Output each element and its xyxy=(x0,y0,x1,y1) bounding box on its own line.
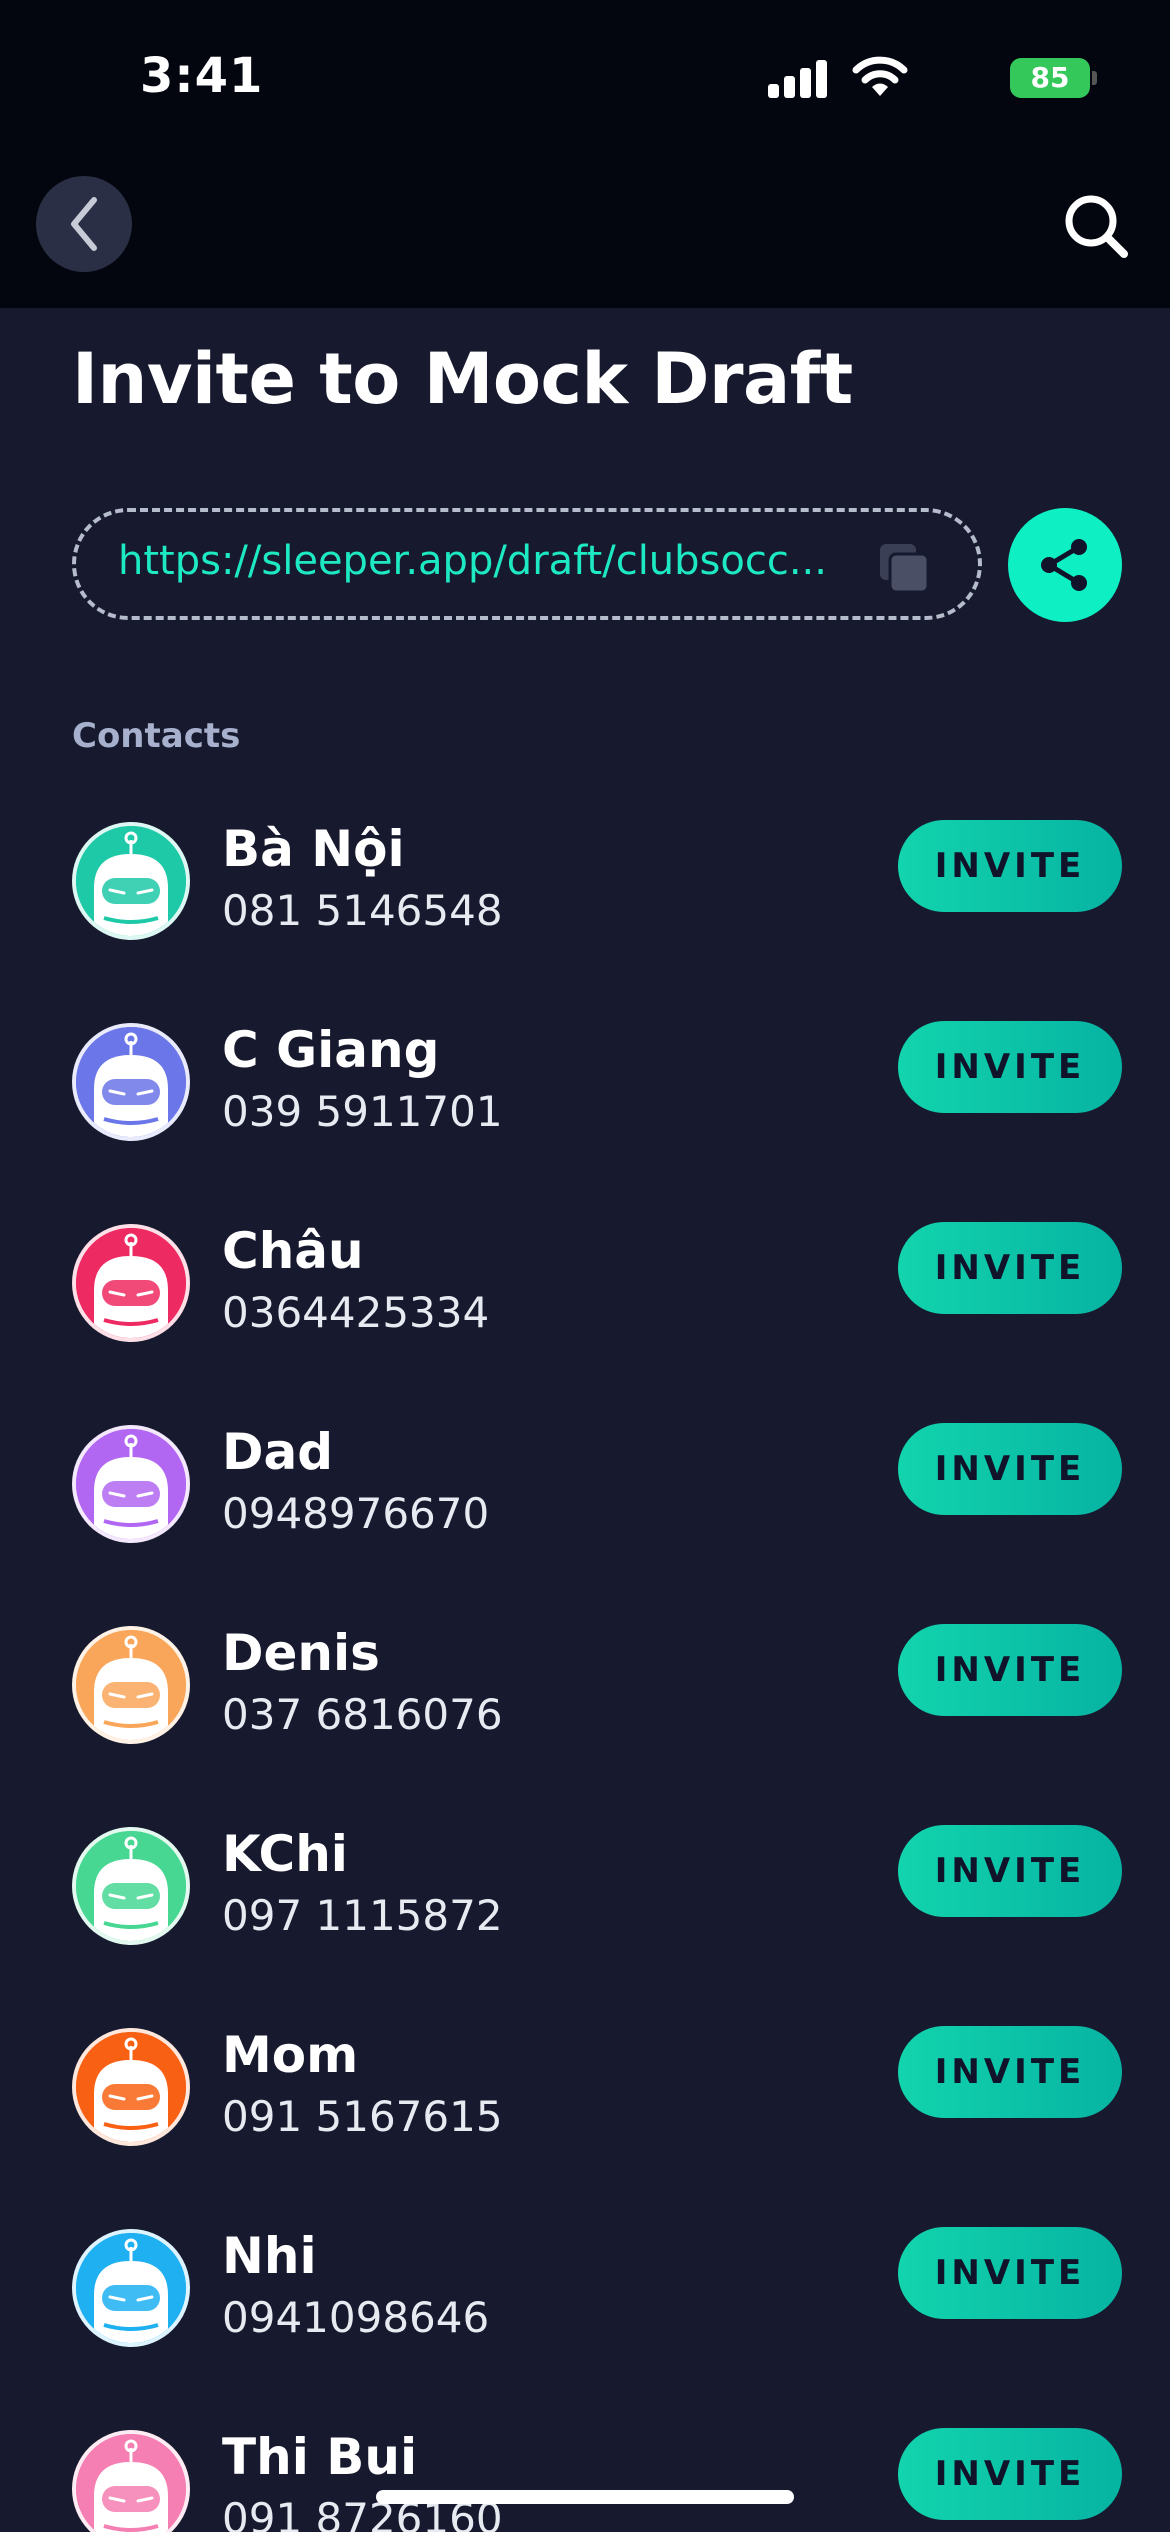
avatar xyxy=(72,1827,190,1945)
invite-link-field[interactable]: https://sleeper.app/draft/clubsocc... xyxy=(72,508,982,620)
contact-row: KChi 097 1115872 INVITE xyxy=(0,1805,1170,2006)
contact-name: Dad xyxy=(222,1423,334,1481)
top-bar: 3:41 85 xyxy=(0,0,1170,308)
contact-row: Nhi 0941098646 INVITE xyxy=(0,2207,1170,2408)
invite-link-text[interactable]: https://sleeper.app/draft/clubsocc... xyxy=(118,538,838,584)
contact-phone: 0948976670 xyxy=(222,1489,490,1538)
invite-button[interactable]: INVITE xyxy=(898,2026,1122,2118)
avatar xyxy=(72,1626,190,1744)
contact-row: Denis 037 6816076 INVITE xyxy=(0,1604,1170,1805)
contact-row: Bà Nội 081 5146548 INVITE xyxy=(0,800,1170,1001)
contact-name: Mom xyxy=(222,2026,359,2084)
battery-level: 85 xyxy=(1030,61,1070,94)
contact-name: KChi xyxy=(222,1825,348,1883)
contact-name: Bà Nội xyxy=(222,820,405,878)
contact-phone: 0941098646 xyxy=(222,2293,490,2342)
search-icon xyxy=(1065,195,1128,258)
invite-button[interactable]: INVITE xyxy=(898,1021,1122,1113)
robot-avatar-icon xyxy=(76,1630,186,1740)
avatar xyxy=(72,1224,190,1342)
robot-avatar-icon xyxy=(76,2233,186,2343)
contact-phone: 091 5167615 xyxy=(222,2092,503,2141)
invite-button[interactable]: INVITE xyxy=(898,1825,1122,1917)
chevron-left-icon xyxy=(71,197,97,251)
home-indicator xyxy=(376,2490,794,2504)
share-button[interactable] xyxy=(1008,508,1122,622)
search-button[interactable] xyxy=(1060,190,1132,262)
contact-name: Châu xyxy=(222,1222,364,1280)
avatar xyxy=(72,1023,190,1141)
contacts-section-label: Contacts xyxy=(72,716,241,756)
invite-button[interactable]: INVITE xyxy=(898,820,1122,912)
contact-phone: 0364425334 xyxy=(222,1288,490,1337)
wifi-icon xyxy=(852,56,908,98)
invite-button[interactable]: INVITE xyxy=(898,1222,1122,1314)
back-button[interactable] xyxy=(36,176,132,272)
robot-avatar-icon xyxy=(76,1228,186,1338)
robot-avatar-icon xyxy=(76,1831,186,1941)
contact-row: Mom 091 5167615 INVITE xyxy=(0,2006,1170,2207)
contact-name: Nhi xyxy=(222,2227,317,2285)
avatar xyxy=(72,822,190,940)
share-icon xyxy=(1041,539,1087,591)
contact-phone: 081 5146548 xyxy=(222,886,503,935)
contact-phone: 097 1115872 xyxy=(222,1891,503,1940)
avatar xyxy=(72,2229,190,2347)
copy-icon[interactable] xyxy=(876,540,932,596)
cellular-signal-icon xyxy=(768,58,828,98)
avatar xyxy=(72,2430,190,2532)
robot-avatar-icon xyxy=(76,1429,186,1539)
contact-row: Châu 0364425334 INVITE xyxy=(0,1202,1170,1403)
robot-avatar-icon xyxy=(76,826,186,936)
invite-button[interactable]: INVITE xyxy=(898,1423,1122,1515)
contact-row: Dad 0948976670 INVITE xyxy=(0,1403,1170,1604)
page-title: Invite to Mock Draft xyxy=(72,338,853,420)
battery-icon: 85 xyxy=(1010,58,1097,98)
status-icons: 85 xyxy=(750,54,1097,102)
invite-button[interactable]: INVITE xyxy=(898,2227,1122,2319)
robot-avatar-icon xyxy=(76,2434,186,2532)
robot-avatar-icon xyxy=(76,1027,186,1137)
contact-row: C Giang 039 5911701 INVITE xyxy=(0,1001,1170,1202)
contact-phone: 037 6816076 xyxy=(222,1690,503,1739)
avatar xyxy=(72,2028,190,2146)
contact-phone: 039 5911701 xyxy=(222,1087,503,1136)
contact-name: C Giang xyxy=(222,1021,440,1079)
contact-row: Thi Bui 091 8726160 INVITE xyxy=(0,2408,1170,2532)
invite-button[interactable]: INVITE xyxy=(898,2428,1122,2520)
invite-button[interactable]: INVITE xyxy=(898,1624,1122,1716)
robot-avatar-icon xyxy=(76,2032,186,2142)
status-time: 3:41 xyxy=(140,48,264,104)
contact-name: Thi Bui xyxy=(222,2428,418,2486)
contact-name: Denis xyxy=(222,1624,380,1682)
avatar xyxy=(72,1425,190,1543)
